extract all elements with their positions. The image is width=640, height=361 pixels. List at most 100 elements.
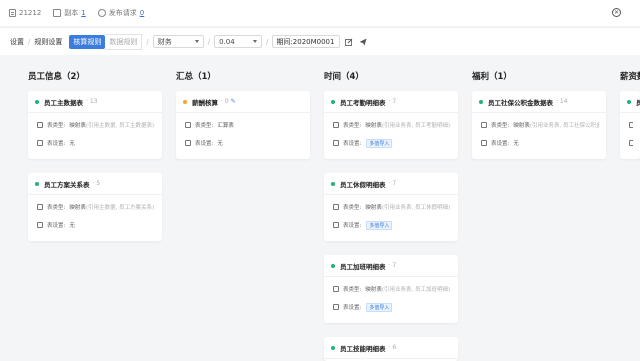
card-count: · 5 — [92, 180, 101, 187]
table-settings-icon — [185, 140, 191, 146]
copies-count[interactable]: 1 — [81, 9, 85, 17]
table-type-source: (引用业务表, 员工考勤明细) — [381, 123, 451, 129]
tab-accounting-rules[interactable]: 核算规则 — [69, 34, 106, 49]
table-type-row: 表类型: 映射表 (引用主数据, 员工主数据表) — [37, 119, 155, 131]
table-card[interactable]: 员 表 表 — [620, 91, 640, 159]
breadcrumb-settings[interactable]: 设置 — [10, 37, 24, 47]
card-title[interactable]: 员工方案关系表 — [44, 179, 90, 189]
card-count: · 0 — [221, 98, 229, 105]
version-select-value: 0.04 — [219, 37, 235, 46]
card-header: 员 — [620, 91, 640, 113]
table-settings-value: 无 — [217, 141, 223, 147]
table-settings-icon — [37, 140, 43, 146]
table-type-label: 表类型: — [195, 123, 214, 129]
table-settings-icon — [481, 140, 487, 146]
card-count: · 14 — [556, 98, 568, 105]
table-card[interactable]: 员工技能明细表 · 6 — [324, 337, 458, 361]
card-body: 表类型: 映射表 (引用主数据, 员工方案关系) 表设置: 无 — [28, 195, 162, 241]
table-type-value: 映射表 — [365, 287, 382, 293]
table-settings-row: 表设置: 无 — [37, 137, 155, 149]
table-card[interactable]: 员工考勤明细表 · 7 表类型: 映射表 (引用业务表, 员工考勤明细) 表设置… — [324, 91, 458, 159]
table-type-source: (引用业务表, 员工加班明细) — [381, 287, 451, 293]
tab-data-rules[interactable]: 数据规则 — [105, 33, 143, 50]
table-card[interactable]: 员工加班明细表 · 7 表类型: 映射表 (引用业务表, 员工加班明细) 表设置… — [324, 255, 458, 323]
copy-icon — [53, 9, 62, 17]
period-field[interactable]: 期间:2020M0001 — [272, 35, 341, 48]
share-icon — [97, 9, 106, 17]
separator: / — [266, 37, 269, 46]
column-title-benefits: 福利（1） — [472, 72, 512, 82]
filter-bar: 设置 / 规则设置 核算规则 数据规则 / 财务 / 0.04 / 期间:202… — [0, 27, 640, 55]
version-select[interactable]: 0.04 — [214, 35, 263, 48]
card-title[interactable]: 员工社保公积金数据表 — [488, 97, 553, 107]
table-type-icon — [37, 204, 43, 210]
table-type-row: 表类型: 映射表 (引用业务表, 员工考勤明细) — [333, 119, 451, 131]
send-icon[interactable] — [358, 37, 368, 47]
separator: / — [207, 37, 211, 46]
table-card[interactable]: 员工社保公积金数据表 · 14 表类型: 映射表 (引用业务表, 员工社保公积金… — [472, 91, 606, 159]
table-settings-label: 表设置: — [343, 305, 362, 311]
status-dot — [331, 345, 335, 350]
card-title[interactable]: 薪酬核算 — [192, 97, 218, 107]
table-card[interactable]: 薪酬核算 · 0 ✎ 表类型: 汇算表 表设置: 无 — [176, 91, 310, 159]
table-type-source: (引用业务表, 员工社保公积金) — [529, 123, 599, 129]
table-type-icon — [185, 122, 191, 128]
table-type-icon — [481, 122, 487, 128]
table-type-icon — [333, 122, 339, 128]
card-header: 员工休假明细表 · 7 — [324, 173, 458, 195]
breadcrumb-separator: / — [28, 37, 31, 46]
table-type-value: 汇算表 — [217, 123, 234, 129]
status-dot — [479, 99, 483, 104]
card-title[interactable]: 员 — [636, 97, 640, 107]
separator: / — [146, 37, 149, 46]
table-type-label: 表类型: — [47, 123, 66, 129]
card-title[interactable]: 员工考勤明细表 — [340, 97, 386, 107]
card-title[interactable]: 员工技能明细表 — [340, 343, 386, 353]
table-settings-label: 表设置: — [47, 223, 66, 229]
card-count: · 6 — [388, 344, 397, 351]
table-type-label: 表类型: — [47, 205, 66, 211]
unit-select[interactable]: 财务 — [152, 35, 204, 48]
table-type-row: 表类型: 汇算表 — [185, 119, 303, 131]
table-card[interactable]: 员工主数据表 · 13 表类型: 映射表 (引用主数据, 员工主数据表) 表设置… — [28, 91, 162, 159]
period-text: 期间:2020M0001 — [276, 37, 335, 46]
record-id: 21212 — [9, 9, 41, 17]
table-type-row: 表 — [629, 119, 633, 131]
table-type-value: 映射表 — [365, 205, 382, 211]
table-settings-row: 表设置: 多值导入 — [333, 137, 451, 149]
table-card[interactable]: 员工休假明细表 · 7 表类型: 映射表 (引用业务表, 员工休假明细) 表设置… — [324, 173, 458, 241]
status-dot — [35, 99, 39, 104]
table-settings-value: 无 — [69, 141, 75, 147]
column-title-employee-info: 员工信息（2） — [28, 72, 85, 82]
edit-icon[interactable] — [344, 37, 354, 47]
copies-label: 副本 — [64, 9, 79, 17]
table-settings-row: 表设置: 无 — [37, 219, 155, 231]
table-card[interactable]: 员工方案关系表 · 5 表类型: 映射表 (引用主数据, 员工方案关系) 表设置… — [28, 173, 162, 241]
table-type-source: (引用主数据, 员工主数据表) — [85, 123, 155, 129]
card-title[interactable]: 员工休假明细表 — [340, 179, 386, 189]
close-icon[interactable]: ✕ — [612, 8, 621, 17]
publish-requests-count[interactable]: 0 — [140, 9, 144, 17]
card-body: 表类型: 映射表 (引用业务表, 员工考勤明细) 表设置: 多值导入 — [324, 113, 458, 159]
card-header: 员工主数据表 · 13 — [28, 91, 162, 113]
chevron-down-icon — [194, 40, 199, 43]
table-settings-label: 表设置: — [195, 141, 214, 147]
status-dot — [35, 181, 39, 186]
table-settings-icon — [37, 222, 43, 228]
column-title-salary-data: 薪资数 — [620, 72, 640, 82]
card-title[interactable]: 员工加班明细表 — [340, 261, 386, 271]
card-count: · 7 — [388, 262, 397, 269]
publish-requests-link[interactable]: 发布请求 0 — [97, 8, 144, 18]
table-settings-label: 表设置: — [491, 141, 510, 147]
table-type-label: 表类型: — [343, 205, 362, 211]
table-type-label: 表类型: — [491, 123, 510, 129]
breadcrumb-rules[interactable]: 规则设置 — [34, 37, 62, 47]
card-count: · 7 — [388, 98, 397, 105]
card-title[interactable]: 员工主数据表 — [44, 97, 83, 107]
copies-link[interactable]: 副本 1 — [53, 8, 86, 18]
card-header: 员工方案关系表 · 5 — [28, 173, 162, 195]
rule-type-toggle: 核算规则 数据规则 — [69, 33, 143, 50]
status-dot — [331, 99, 335, 104]
table-settings-icon — [333, 304, 339, 310]
pin-icon[interactable]: ✎ — [231, 98, 236, 105]
